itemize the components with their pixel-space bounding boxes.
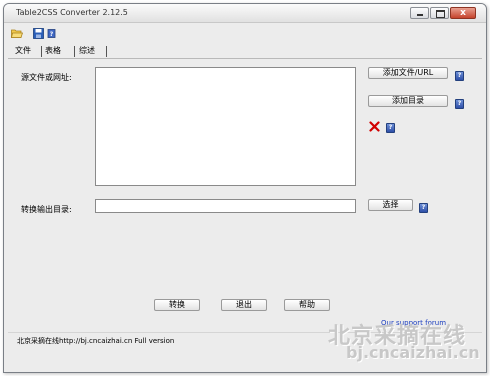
tab-file[interactable]: 文件 — [12, 44, 34, 57]
help-icon[interactable]: ? — [455, 99, 464, 109]
tab-table[interactable]: 表格 — [42, 44, 64, 57]
tab-summary[interactable]: 综述 — [76, 44, 98, 57]
output-directory-field[interactable] — [95, 199, 356, 213]
save-icon[interactable] — [33, 28, 45, 39]
help-button[interactable]: 帮助 — [284, 299, 330, 311]
close-icon: x — [460, 8, 466, 18]
output-directory-label: 转换输出目录: — [21, 205, 72, 214]
exit-button[interactable]: 退出 — [221, 299, 267, 311]
toolbar: ? — [10, 28, 130, 42]
close-button[interactable]: x — [450, 7, 476, 19]
status-text: 北京采摘在线http://bj.cncaizhai.cn Full versio… — [17, 337, 175, 345]
source-file-list[interactable] — [95, 67, 356, 186]
title-bar[interactable]: Table2CSS Converter 2.12.5 x — [4, 4, 486, 23]
folder-open-icon[interactable] — [11, 28, 23, 39]
delete-icon[interactable] — [369, 121, 380, 132]
help-icon[interactable]: ? — [46, 28, 58, 39]
svg-text:?: ? — [50, 31, 54, 38]
minimize-button[interactable] — [410, 7, 429, 19]
maximize-button[interactable] — [430, 7, 449, 19]
source-file-label: 源文件或网址: — [21, 73, 72, 82]
minimize-icon — [411, 8, 428, 18]
tab-divider-line — [8, 58, 482, 59]
tab-divider — [106, 46, 107, 57]
help-icon[interactable]: ? — [386, 123, 395, 133]
convert-button[interactable]: 转换 — [154, 299, 200, 311]
help-icon[interactable]: ? — [455, 71, 464, 81]
watermark-url: bj.cncaizhai.cn — [346, 343, 480, 362]
window-title: Table2CSS Converter 2.12.5 — [16, 8, 128, 17]
maximize-icon — [431, 8, 448, 18]
tab-divider — [74, 46, 75, 57]
add-directory-button[interactable]: 添加目录 — [368, 95, 448, 107]
choose-directory-button[interactable]: 选择 — [368, 199, 413, 211]
help-icon[interactable]: ? — [419, 203, 428, 213]
add-file-url-button[interactable]: 添加文件/URL — [368, 67, 448, 79]
